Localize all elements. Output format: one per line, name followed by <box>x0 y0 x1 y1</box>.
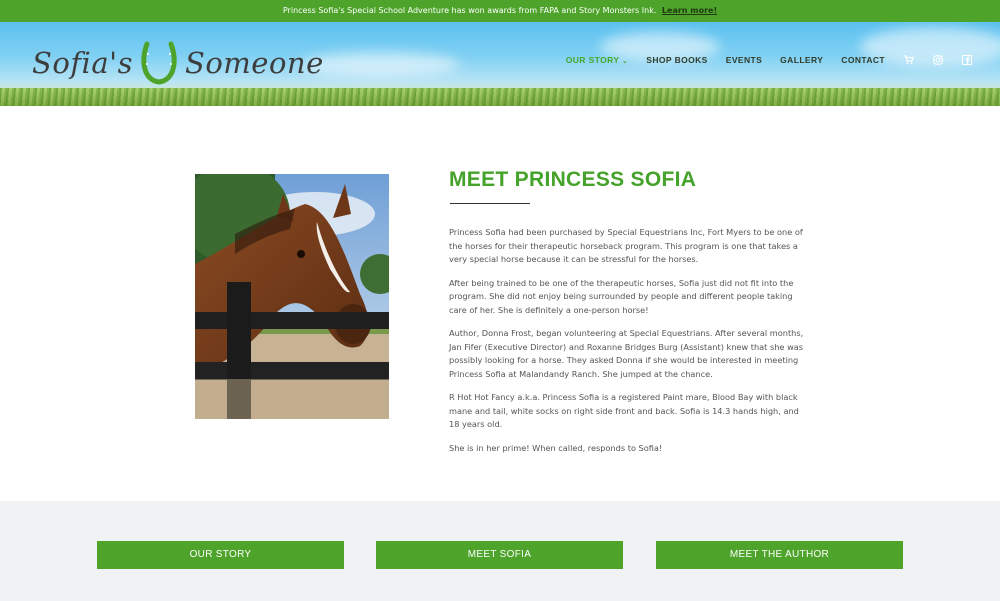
nav-shop-books[interactable]: SHOP BOOKS <box>646 55 707 65</box>
facebook-icon[interactable] <box>962 55 972 65</box>
main-nav: OUR STORY ⌄ SHOP BOOKS EVENTS GALLERY CO… <box>548 55 972 65</box>
cart-icon[interactable] <box>904 55 914 65</box>
announcement-bar: Princess Sofia's Special School Adventur… <box>0 0 1000 22</box>
nav-gallery[interactable]: GALLERY <box>780 55 823 65</box>
paragraph: After being trained to be one of the the… <box>449 277 794 315</box>
page-title: MEET PRINCESS SOFIA <box>449 168 697 191</box>
nav-events[interactable]: EVENTS <box>726 55 762 65</box>
our-story-button[interactable]: OUR STORY <box>97 541 344 569</box>
story-text: Princess Sofia had been purchased by Spe… <box>449 226 811 465</box>
meet-the-author-button[interactable]: MEET THE AUTHOR <box>656 541 903 569</box>
learn-more-link[interactable]: Learn more! <box>662 6 717 15</box>
meet-sofia-button[interactable]: MEET SOFIA <box>376 541 623 569</box>
title-divider <box>450 203 530 204</box>
logo-text-left: Sofia's <box>32 46 133 80</box>
chevron-down-icon: ⌄ <box>622 58 629 65</box>
logo-text-right: Someone <box>184 46 324 80</box>
paragraph: Author, Donna Frost, began volunteering … <box>449 328 804 379</box>
announcement-text: Princess Sofia's Special School Adventur… <box>282 6 657 15</box>
nav-our-story-label: OUR STORY <box>565 55 620 65</box>
nav-contact[interactable]: CONTACT <box>841 55 885 65</box>
paragraph: She is in her prime! When called, respon… <box>449 442 663 453</box>
paragraph: R Hot Hot Fancy a.k.a. Princess Sofia is… <box>449 392 799 429</box>
horseshoe-icon <box>141 41 177 85</box>
grass-strip <box>0 88 1000 106</box>
nav-our-story[interactable]: OUR STORY ⌄ <box>566 55 629 65</box>
site-header: Sofia's Someone OUR STORY ⌄ SHOP BOOKS E… <box>0 22 1000 106</box>
paragraph: Princess Sofia had been purchased by Spe… <box>449 227 803 264</box>
horse-photo <box>195 174 389 419</box>
site-logo[interactable]: Sofia's Someone <box>32 38 324 88</box>
instagram-icon[interactable] <box>933 55 943 65</box>
